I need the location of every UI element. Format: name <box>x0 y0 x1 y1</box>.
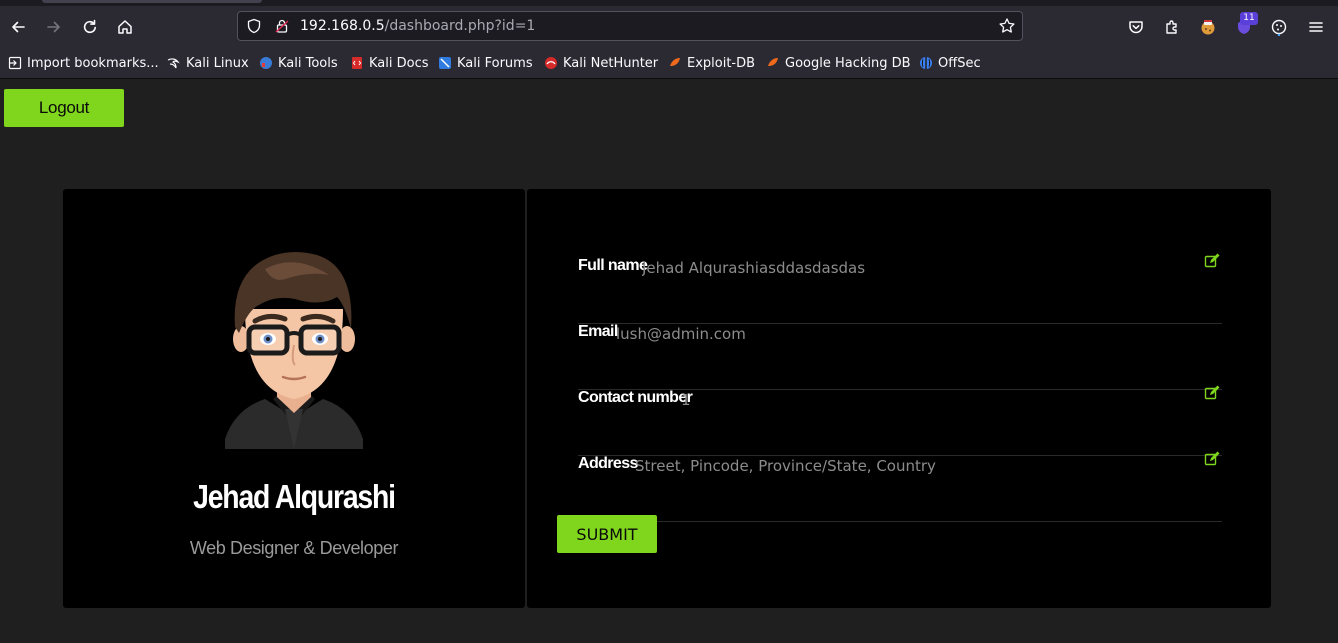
forward-arrow-icon <box>47 21 60 33</box>
bookmark-label: Google Hacking DB <box>785 55 911 71</box>
pocket-icon <box>1129 21 1143 34</box>
email-row: Email <box>578 323 1222 390</box>
reload-button[interactable] <box>78 15 102 39</box>
bookmark-label: Kali NetHunter <box>563 55 659 71</box>
cookie-autodelete-extension[interactable] <box>1267 15 1291 39</box>
extensions-button[interactable] <box>1160 15 1184 39</box>
bookmark-label: Kali Docs <box>369 55 429 71</box>
user-avatar <box>225 252 363 449</box>
bookmark-label: Import bookmarks... <box>27 55 159 71</box>
bookmark-kali-docs[interactable]: Kali Docs <box>350 54 429 72</box>
address-label: Address <box>578 455 638 472</box>
app-menu-button[interactable] <box>1304 15 1328 39</box>
cookie-icon <box>1271 19 1287 36</box>
url-path: /dashboard.php?id=1 <box>384 18 536 34</box>
address-row: Address <box>578 451 1222 522</box>
extension-badge-count: 11 <box>1240 12 1258 25</box>
contact-number-row: Contact number <box>578 385 1222 456</box>
kali-docs-icon <box>352 57 362 69</box>
navigation-toolbar: 192.168.0.5/dashboard.php?id=1 11 <box>0 6 1338 48</box>
edit-icon[interactable] <box>1204 253 1220 269</box>
bookmark-label: Kali Forums <box>457 55 533 71</box>
bookmark-offsec[interactable]: OffSec <box>919 54 981 72</box>
contact-number-input[interactable] <box>681 390 1161 410</box>
tracking-protection-shield-icon[interactable] <box>246 18 262 34</box>
bookmark-label: Kali Linux <box>186 55 249 71</box>
bookmark-exploit-db[interactable]: Exploit-DB <box>668 54 755 72</box>
insecure-lock-icon[interactable] <box>274 18 290 34</box>
bookmark-label: Exploit-DB <box>687 55 756 71</box>
url-text[interactable]: 192.168.0.5/dashboard.php?id=1 <box>300 17 535 35</box>
bookmark-google-hacking-db[interactable]: Google Hacking DB <box>766 54 911 72</box>
submit-button[interactable]: SUBMIT <box>557 515 657 553</box>
cookie-editor-extension[interactable] <box>1196 15 1220 39</box>
home-icon <box>118 20 132 34</box>
address-bar[interactable]: 192.168.0.5/dashboard.php?id=1 <box>237 11 1023 41</box>
bookmark-label: OffSec <box>938 55 981 71</box>
logout-button[interactable]: Logout <box>4 89 124 127</box>
bookmark-kali-linux[interactable]: Kali Linux <box>167 54 249 72</box>
bookmark-import[interactable]: Import bookmarks... <box>8 54 159 72</box>
active-tab-indicator[interactable] <box>42 0 262 3</box>
profile-name: Jehad Alqurashi <box>193 478 396 515</box>
bookmark-kali-nethunter[interactable]: Kali NetHunter <box>544 54 658 72</box>
offsec-icon <box>920 57 932 69</box>
edit-icon[interactable] <box>1204 385 1220 401</box>
address-input[interactable] <box>635 456 1175 476</box>
kali-forums-icon <box>439 57 451 69</box>
full-name-row: Full name <box>578 253 1222 324</box>
profile-role: Web Designer & Developer <box>189 538 399 558</box>
email-field[interactable] <box>616 324 1156 344</box>
bookmark-star-icon[interactable] <box>998 17 1016 35</box>
forward-button[interactable] <box>42 15 66 39</box>
edit-icon[interactable] <box>1204 451 1220 467</box>
contact-number-label: Contact number <box>578 389 693 406</box>
puzzle-piece-icon <box>1166 20 1177 34</box>
hamburger-menu-icon <box>1309 22 1323 32</box>
kali-tools-icon <box>260 57 272 69</box>
full-name-label: Full name <box>578 257 648 274</box>
cookie-extension-icon <box>1201 20 1215 35</box>
ghdb-icon <box>768 58 778 66</box>
full-name-input[interactable] <box>642 258 1182 278</box>
reload-icon <box>83 19 96 34</box>
email-label: Email <box>578 323 618 340</box>
exploit-db-icon <box>670 58 680 66</box>
nethunter-icon <box>545 57 557 69</box>
back-arrow-icon <box>12 21 25 33</box>
home-button[interactable] <box>113 15 137 39</box>
import-icon <box>8 56 22 70</box>
bookmark-kali-forums[interactable]: Kali Forums <box>438 54 533 72</box>
bookmark-kali-tools[interactable]: Kali Tools <box>259 54 338 72</box>
kali-dragon-icon <box>167 58 180 69</box>
bookmarks-toolbar: Import bookmarks... Kali Linux Kali Tool… <box>0 48 1338 79</box>
back-button[interactable] <box>6 15 30 39</box>
pocket-button[interactable] <box>1124 15 1148 39</box>
url-host: 192.168.0.5 <box>300 18 385 34</box>
bookmark-label: Kali Tools <box>278 55 338 71</box>
